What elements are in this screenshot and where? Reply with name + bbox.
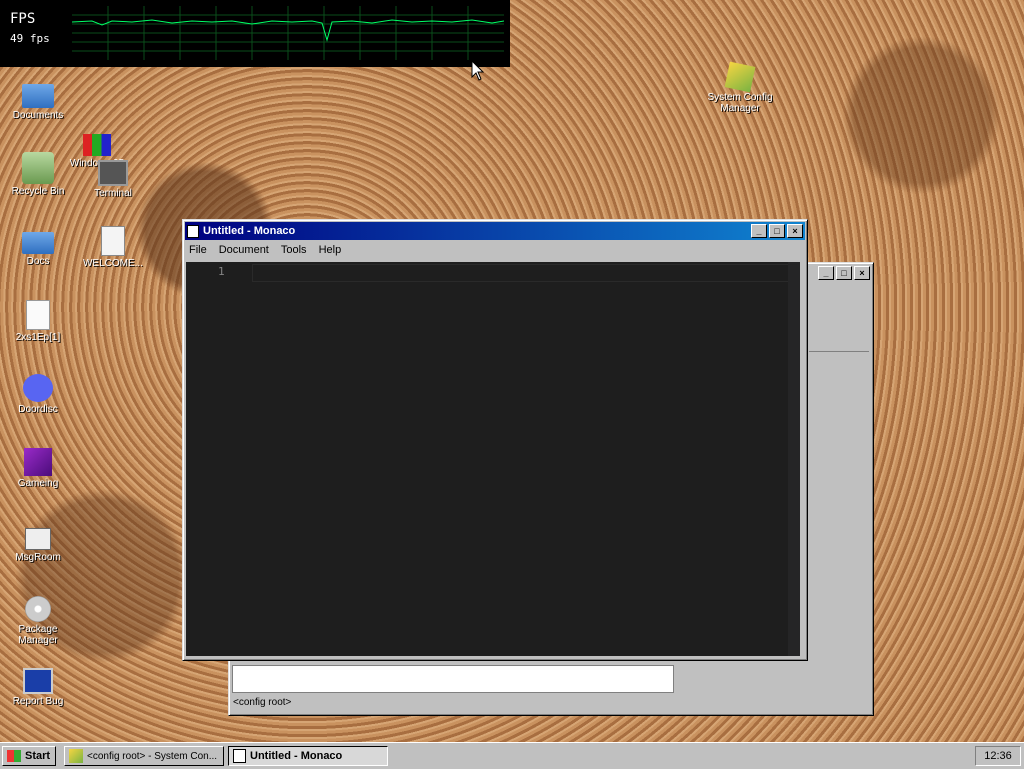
config-toolbar (809, 291, 869, 352)
text-file-icon (101, 226, 125, 256)
windows-logo-icon (7, 750, 21, 762)
taskbar-item-monaco[interactable]: Untitled - Monaco (228, 746, 388, 766)
config-window-controls: _ □ × (816, 266, 870, 280)
minimize-button[interactable]: _ (751, 224, 767, 238)
folder-icon (22, 84, 54, 108)
package-cd-icon (25, 596, 51, 622)
game-cube-icon (24, 448, 52, 476)
discord-icon (23, 374, 53, 402)
recycle-bin-icon (22, 152, 54, 184)
folder-icon (22, 232, 54, 254)
desktop-icon-msgroom[interactable]: MsgRoom (3, 522, 73, 563)
notepad-icon (233, 749, 246, 763)
desktop-icon-report-bug[interactable]: Report Bug (3, 668, 73, 707)
config-input[interactable] (232, 665, 674, 693)
current-line-highlight (252, 264, 794, 282)
desktop-icon-2xs1ep[interactable]: 2xs1Ep[1] (3, 300, 73, 343)
start-label: Start (25, 750, 51, 762)
maximize-button[interactable]: □ (836, 266, 852, 280)
chat-windows-icon (25, 528, 51, 550)
desktop-icon-system-config-manager[interactable]: System Config Manager (705, 61, 775, 114)
terminal-icon (98, 160, 128, 186)
desktop-icon-docs[interactable]: Docs (3, 226, 73, 267)
close-button[interactable]: × (787, 224, 803, 238)
taskbar-item-label: Untitled - Monaco (250, 750, 343, 762)
desktop-icon-documents[interactable]: Documents (3, 80, 73, 121)
desktop-icon-doordisc[interactable]: Doordisc (3, 374, 73, 415)
menu-help[interactable]: Help (319, 244, 342, 256)
config-tools-icon (69, 749, 83, 763)
editor-scrollbar[interactable] (788, 262, 800, 656)
monaco-editor-window[interactable]: Untitled - Monaco _ □ × File Document To… (182, 219, 808, 661)
taskbar-item-system-config[interactable]: <config root> - System Con... (64, 746, 224, 766)
menu-tools[interactable]: Tools (281, 244, 307, 256)
fps-monitor: FPS 49 fps (0, 0, 510, 67)
editor-title: Untitled - Monaco (203, 225, 296, 237)
close-button[interactable]: × (854, 266, 870, 280)
config-status: <config root> (233, 697, 292, 708)
system-tray-clock[interactable]: 12:36 (975, 746, 1021, 766)
minimize-button[interactable]: _ (818, 266, 834, 280)
desktop-icon-package-manager[interactable]: Package Manager (3, 596, 73, 646)
taskbar-item-label: <config root> - System Con... (87, 750, 218, 762)
start-button[interactable]: Start (2, 746, 56, 766)
desktop-icon-gameing[interactable]: Gameing (3, 448, 73, 489)
blank-file-icon (26, 300, 50, 330)
desktop-icon-terminal[interactable]: Terminal (78, 152, 148, 199)
editor-menubar: File Document Tools Help (183, 242, 807, 258)
menu-document[interactable]: Document (219, 244, 269, 256)
maximize-button[interactable]: □ (769, 224, 785, 238)
notepad-icon (187, 224, 199, 238)
fps-value: 49 fps (10, 32, 50, 45)
mouse-cursor-icon (471, 60, 485, 81)
menu-file[interactable]: File (189, 244, 207, 256)
line-number: 1 (218, 265, 225, 278)
computer-icon (23, 668, 53, 694)
config-tools-icon (724, 61, 756, 93)
code-editor[interactable]: 1 (186, 262, 800, 656)
fps-label: FPS (10, 11, 36, 27)
taskbar: Start <config root> - System Con... Unti… (0, 742, 1024, 769)
desktop-icon-welcome[interactable]: WELCOME... (78, 226, 148, 269)
editor-titlebar[interactable]: Untitled - Monaco _ □ × (185, 222, 805, 240)
fps-graph (72, 6, 504, 60)
